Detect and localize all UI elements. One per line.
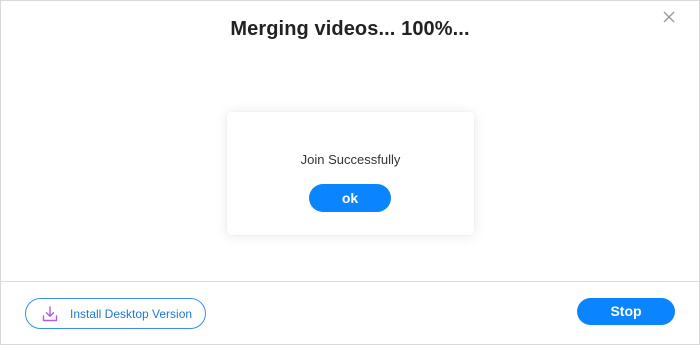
merge-dialog: Merging videos... 100%... Join Successfu… bbox=[0, 0, 700, 345]
download-icon bbox=[42, 306, 58, 322]
footer-divider bbox=[1, 281, 699, 282]
success-popup: Join Successfully ok bbox=[227, 112, 474, 235]
install-desktop-button[interactable]: Install Desktop Version bbox=[25, 298, 206, 329]
dialog-title: Merging videos... 100%... bbox=[230, 18, 470, 40]
install-desktop-label: Install Desktop Version bbox=[70, 307, 193, 321]
ok-button[interactable]: ok bbox=[309, 184, 391, 212]
popup-message: Join Successfully bbox=[300, 152, 401, 167]
stop-button[interactable]: Stop bbox=[577, 298, 675, 325]
